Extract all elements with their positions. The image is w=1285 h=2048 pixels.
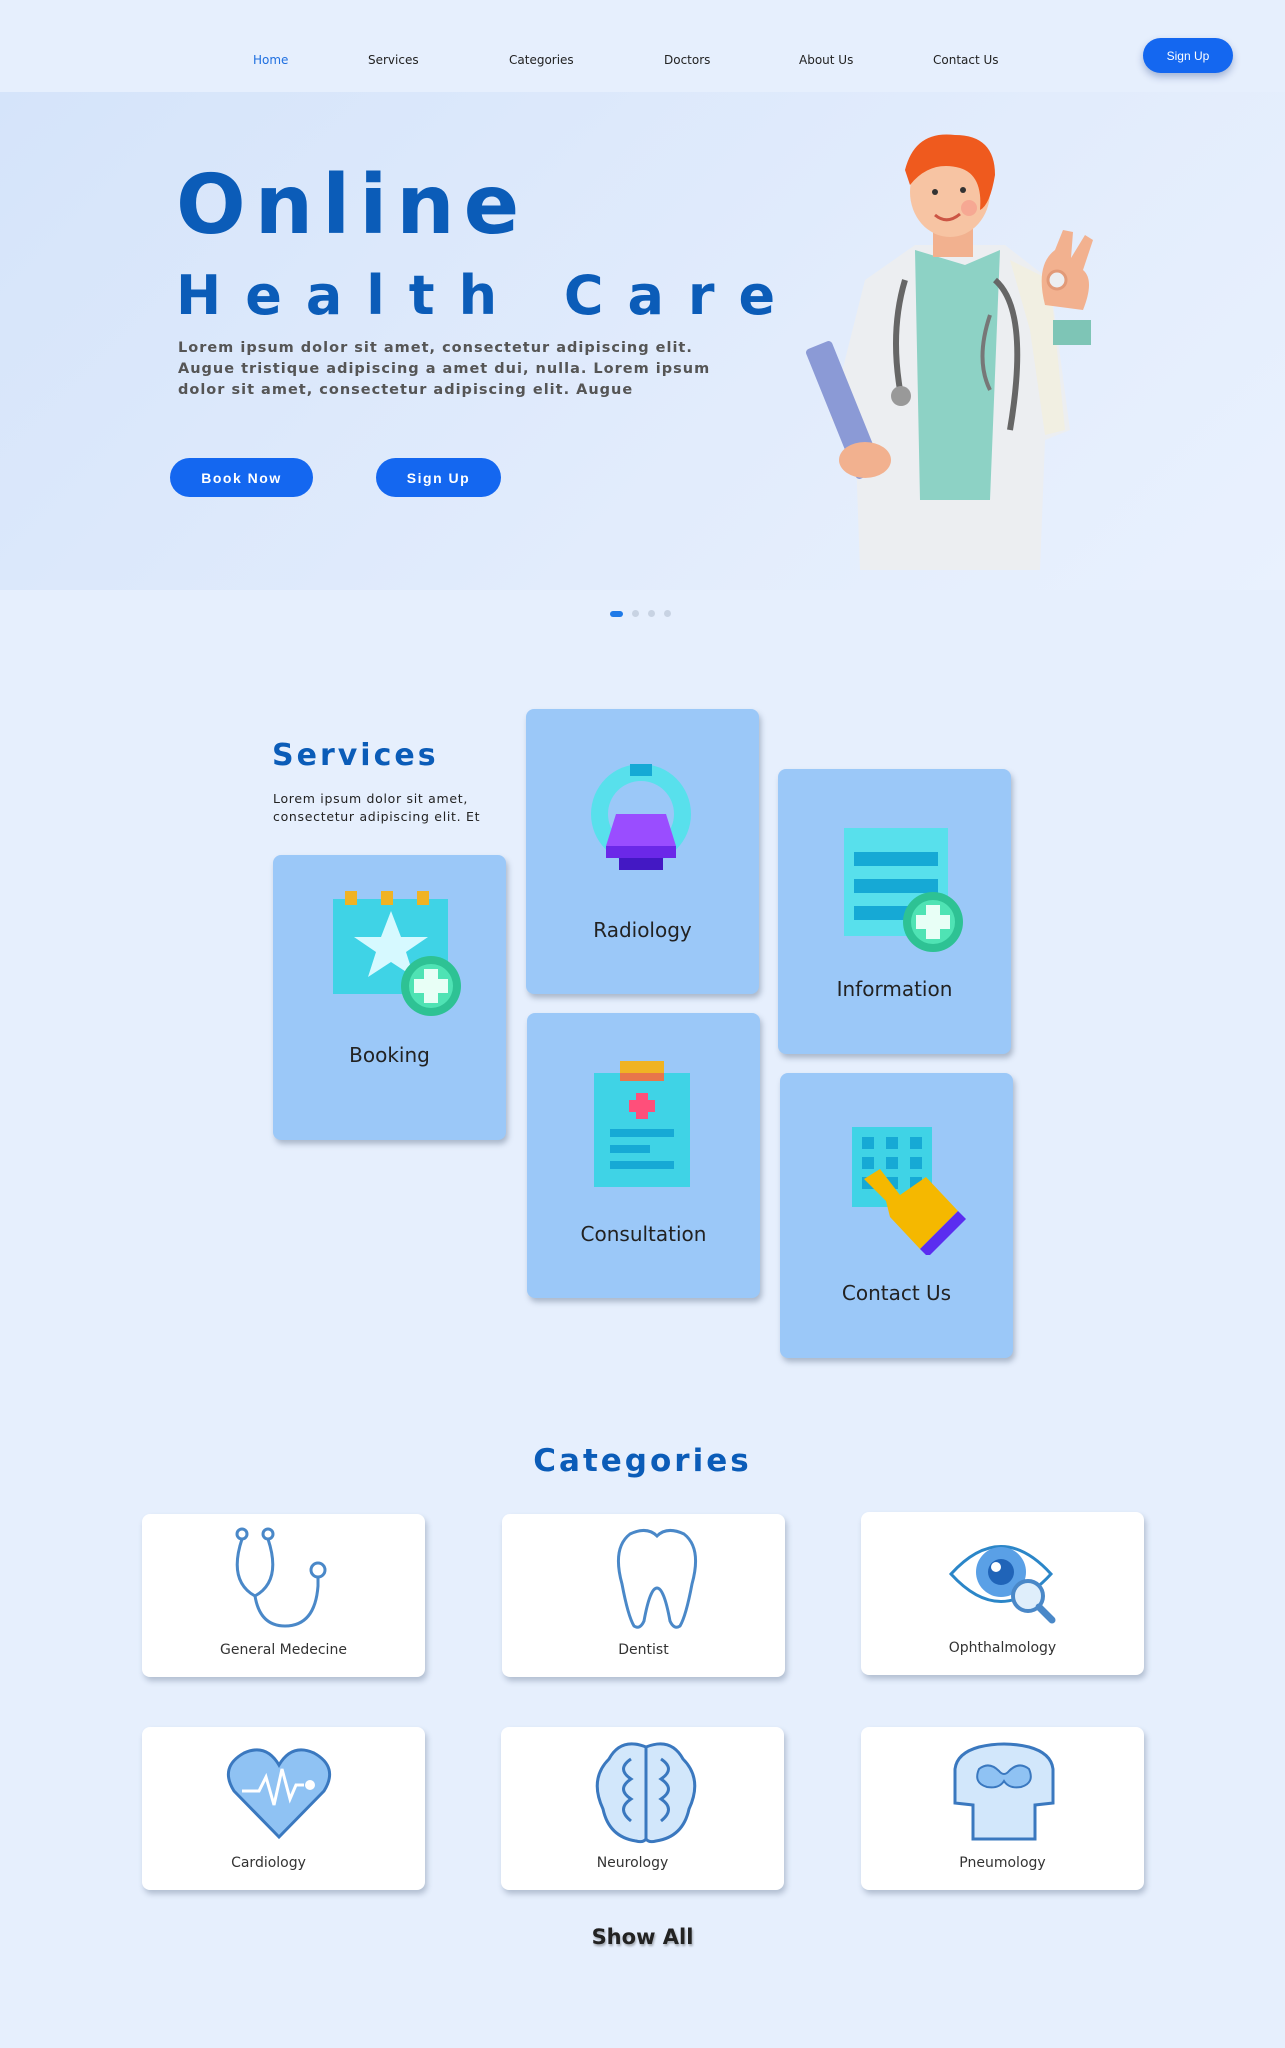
category-label: Ophthalmology xyxy=(948,1640,1057,1656)
nav-signup-button[interactable]: Sign Up xyxy=(1143,38,1233,73)
category-pneumology[interactable]: Pneumology xyxy=(861,1727,1144,1890)
category-label: Neurology xyxy=(596,1855,669,1871)
brain-icon xyxy=(595,1742,697,1844)
carousel-dot-2[interactable] xyxy=(632,610,639,617)
hero-description: Lorem ipsum dolor sit amet, consectetur … xyxy=(178,340,711,398)
eye-magnifier-icon xyxy=(948,1545,1056,1624)
nav-about-link[interactable]: About Us xyxy=(799,53,853,67)
service-card-label: Contact Us xyxy=(841,1281,952,1305)
service-card-label: Consultation xyxy=(580,1222,707,1246)
nav-home-link[interactable]: Home xyxy=(253,53,288,67)
nav-doctors-link[interactable]: Doctors xyxy=(664,53,710,67)
hand-keypad-icon xyxy=(852,1127,966,1255)
nav-categories-link[interactable]: Categories xyxy=(509,53,574,67)
category-label: Dentist xyxy=(618,1642,669,1658)
services-title: Services xyxy=(272,738,439,773)
carousel-dot-1[interactable] xyxy=(610,610,623,617)
tooth-icon xyxy=(616,1529,698,1629)
carousel-dot-3[interactable] xyxy=(648,610,655,617)
services-description: Lorem ipsum dolor sit amet, consectetur … xyxy=(273,791,481,824)
category-label: Cardiology xyxy=(231,1855,306,1871)
nav-contact-link[interactable]: Contact Us xyxy=(933,53,999,67)
category-general-medecine[interactable]: General Medecine xyxy=(142,1514,425,1677)
book-now-button[interactable]: Book Now xyxy=(170,458,313,497)
hero-signup-button[interactable]: Sign Up xyxy=(376,458,501,497)
category-dentist[interactable]: Dentist xyxy=(502,1514,785,1677)
stethoscope-icon xyxy=(235,1527,327,1628)
hero-title-line1: Online xyxy=(176,158,529,253)
calendar-star-plus-icon xyxy=(333,891,461,1016)
nav-services-link[interactable]: Services xyxy=(368,53,419,67)
service-card-contact[interactable]: Contact Us xyxy=(780,1073,1013,1358)
category-neurology[interactable]: Neurology xyxy=(501,1727,784,1890)
service-card-information[interactable]: Information xyxy=(778,769,1011,1054)
top-navbar: Home Services Categories Doctors About U… xyxy=(0,0,1285,92)
categories-title: Categories xyxy=(533,1443,752,1479)
service-card-consultation[interactable]: Consultation xyxy=(527,1013,760,1298)
show-all-link[interactable]: Show All xyxy=(0,1925,1285,1949)
document-plus-icon xyxy=(844,828,963,952)
doctor-illustration xyxy=(806,134,1093,570)
heart-pulse-icon xyxy=(226,1748,332,1840)
service-card-booking[interactable]: Booking xyxy=(273,855,506,1140)
service-card-label: Radiology xyxy=(593,918,692,942)
category-label: General Medecine xyxy=(220,1642,347,1658)
category-label: Pneumology xyxy=(959,1855,1046,1871)
clipboard-medical-icon xyxy=(594,1061,690,1187)
carousel-dots xyxy=(610,610,671,617)
hero-title-line2: Health Care xyxy=(176,264,800,327)
service-card-radiology[interactable]: Radiology xyxy=(526,709,759,994)
category-ophthalmology[interactable]: Ophthalmology xyxy=(861,1512,1144,1675)
service-card-label: Information xyxy=(836,977,953,1001)
category-cardiology[interactable]: Cardiology xyxy=(142,1727,425,1890)
service-card-label: Booking xyxy=(349,1043,430,1067)
lungs-torso-icon xyxy=(953,1742,1055,1841)
carousel-dot-4[interactable] xyxy=(664,610,671,617)
mri-scanner-icon xyxy=(591,764,691,870)
